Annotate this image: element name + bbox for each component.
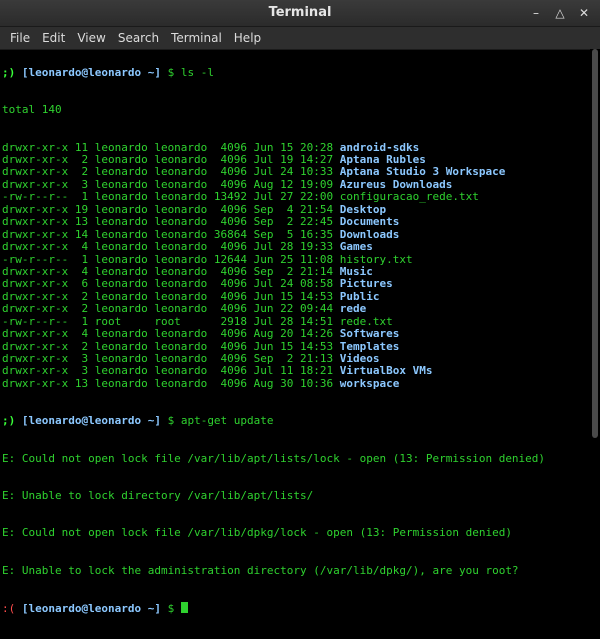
directory-name: Softwares	[339, 328, 400, 341]
file-meta: -rw-r--r-- 1 root root 2918 Jul 28 14:51	[2, 315, 340, 328]
list-item: drwxr-xr-x 6 leonardo leonardo 4096 Jul …	[2, 278, 590, 290]
file-meta: drwxr-xr-x 13 leonardo leonardo 4096 Aug…	[2, 377, 340, 390]
file-meta: -rw-r--r-- 1 leonardo leonardo 13492 Jul…	[2, 191, 340, 204]
directory-name: Aptana Rubles	[339, 154, 426, 167]
file-meta: drwxr-xr-x 2 leonardo leonardo 4096 Jul …	[2, 154, 340, 167]
list-item: -rw-r--r-- 1 root root 2918 Jul 28 14:51…	[2, 316, 590, 328]
file-meta: drwxr-xr-x 19 leonardo leonardo 4096 Sep…	[2, 203, 340, 216]
file-meta: drwxr-xr-x 4 leonardo leonardo 4096 Jul …	[2, 241, 340, 254]
file-meta: drwxr-xr-x 2 leonardo leonardo 4096 Jun …	[2, 303, 340, 316]
file-meta: drwxr-xr-x 3 leonardo leonardo 4096 Jul …	[2, 365, 340, 378]
terminal-window: Terminal – △ ✕ File Edit View Search Ter…	[0, 0, 600, 615]
prompt-user: [leonardo@leonardo ~]	[21, 415, 161, 428]
file-meta: drwxr-xr-x 2 leonardo leonardo 4096 Jun …	[2, 290, 340, 303]
directory-name: Games	[339, 241, 373, 254]
close-icon[interactable]: ✕	[574, 3, 594, 23]
prompt-user: [leonardo@leonardo ~]	[21, 66, 161, 79]
file-meta: drwxr-xr-x 3 leonardo leonardo 4096 Sep …	[2, 353, 340, 366]
prompt-user: [leonardo@leonardo ~]	[21, 601, 161, 615]
list-item: drwxr-xr-x 3 leonardo leonardo 4096 Aug …	[2, 179, 590, 191]
prompt-symbol: $	[167, 601, 175, 615]
prompt-line: :( [leonardo@leonardo ~] $	[2, 601, 590, 615]
file-meta: drwxr-xr-x 6 leonardo leonardo 4096 Jul …	[2, 278, 340, 291]
title-bar[interactable]: Terminal – △ ✕	[0, 0, 600, 27]
list-item: drwxr-xr-x 3 leonardo leonardo 4096 Jul …	[2, 365, 590, 377]
file-meta: drwxr-xr-x 4 leonardo leonardo 4096 Sep …	[2, 265, 340, 278]
prompt-status: ;)	[2, 415, 16, 428]
directory-name: Videos	[339, 353, 380, 366]
list-item: drwxr-xr-x 14 leonardo leonardo 36864 Se…	[2, 229, 590, 241]
directory-name: rede	[339, 303, 367, 316]
directory-name: Music	[339, 265, 373, 278]
list-item: drwxr-xr-x 4 leonardo leonardo 4096 Jul …	[2, 241, 590, 253]
directory-name: Public	[339, 290, 380, 303]
file-meta: drwxr-xr-x 13 leonardo leonardo 4096 Sep…	[2, 216, 340, 229]
terminal-output[interactable]: ;) [leonardo@leonardo ~] $ ls -l total 1…	[0, 42, 590, 615]
error-line: E: Could not open lock file /var/lib/apt…	[2, 452, 546, 465]
list-item: drwxr-xr-x 2 leonardo leonardo 4096 Jun …	[2, 291, 590, 303]
file-meta: -rw-r--r-- 1 leonardo leonardo 12644 Jun…	[2, 253, 340, 266]
directory-name: VirtualBox VMs	[339, 365, 433, 378]
list-item: -rw-r--r-- 1 leonardo leonardo 12644 Jun…	[2, 254, 590, 266]
prompt-line: ;) [leonardo@leonardo ~] $ ls -l	[2, 67, 590, 79]
directory-name: Downloads	[339, 228, 400, 241]
list-item: drwxr-xr-x 3 leonardo leonardo 4096 Sep …	[2, 353, 590, 365]
error-line: E: Could not open lock file /var/lib/dpk…	[2, 527, 512, 540]
list-item: drwxr-xr-x 2 leonardo leonardo 4096 Jun …	[2, 341, 590, 353]
list-item: drwxr-xr-x 19 leonardo leonardo 4096 Sep…	[2, 204, 590, 216]
directory-name: Documents	[339, 216, 400, 229]
scrollbar-thumb[interactable]	[592, 49, 598, 438]
directory-name: android-sdks	[339, 141, 420, 154]
directory-name: Aptana Studio 3 Workspace	[339, 166, 506, 179]
command-text: $ apt-get update	[167, 415, 274, 428]
file-meta: drwxr-xr-x 3 leonardo leonardo 4096 Aug …	[2, 178, 340, 191]
directory-name: Desktop	[339, 203, 387, 216]
maximize-icon[interactable]: △	[550, 3, 570, 23]
scrollbar[interactable]	[590, 49, 600, 438]
prompt-status: ;)	[2, 66, 16, 79]
directory-name: workspace	[339, 377, 400, 390]
error-line: E: Unable to lock directory /var/lib/apt…	[2, 489, 314, 502]
file-name: rede.txt	[339, 315, 393, 328]
prompt-line: ;) [leonardo@leonardo ~] $ apt-get updat…	[2, 415, 590, 427]
file-name: history.txt	[339, 253, 413, 266]
list-item: drwxr-xr-x 2 leonardo leonardo 4096 Jun …	[2, 303, 590, 315]
file-meta: drwxr-xr-x 11 leonardo leonardo 4096 Jun…	[2, 141, 340, 154]
list-item: drwxr-xr-x 11 leonardo leonardo 4096 Jun…	[2, 142, 590, 154]
window-controls: – △ ✕	[526, 3, 594, 23]
list-item: drwxr-xr-x 4 leonardo leonardo 4096 Aug …	[2, 328, 590, 340]
file-meta: drwxr-xr-x 14 leonardo leonardo 36864 Se…	[2, 228, 340, 241]
command-text: $ ls -l	[167, 66, 214, 79]
list-item: drwxr-xr-x 4 leonardo leonardo 4096 Sep …	[2, 266, 590, 278]
total-line: total 140	[2, 104, 62, 117]
list-item: drwxr-xr-x 13 leonardo leonardo 4096 Sep…	[2, 216, 590, 228]
window-title: Terminal	[268, 5, 332, 20]
ls-listing: drwxr-xr-x 11 leonardo leonardo 4096 Jun…	[2, 142, 590, 391]
text-cursor	[180, 601, 188, 613]
list-item: drwxr-xr-x 2 leonardo leonardo 4096 Jul …	[2, 166, 590, 178]
directory-name: Templates	[339, 340, 400, 353]
directory-name: Azureus Downloads	[339, 178, 453, 191]
file-name: configuracao_rede.txt	[339, 191, 479, 204]
file-meta: drwxr-xr-x 2 leonardo leonardo 4096 Jun …	[2, 340, 340, 353]
file-meta: drwxr-xr-x 4 leonardo leonardo 4096 Aug …	[2, 328, 340, 341]
list-item: drwxr-xr-x 13 leonardo leonardo 4096 Aug…	[2, 378, 590, 390]
list-item: -rw-r--r-- 1 leonardo leonardo 13492 Jul…	[2, 191, 590, 203]
directory-name: Pictures	[339, 278, 393, 291]
file-meta: drwxr-xr-x 2 leonardo leonardo 4096 Jul …	[2, 166, 340, 179]
minimize-icon[interactable]: –	[526, 3, 546, 23]
error-line: E: Unable to lock the administration dir…	[2, 564, 519, 577]
list-item: drwxr-xr-x 2 leonardo leonardo 4096 Jul …	[2, 154, 590, 166]
prompt-status-error: :(	[2, 601, 16, 615]
